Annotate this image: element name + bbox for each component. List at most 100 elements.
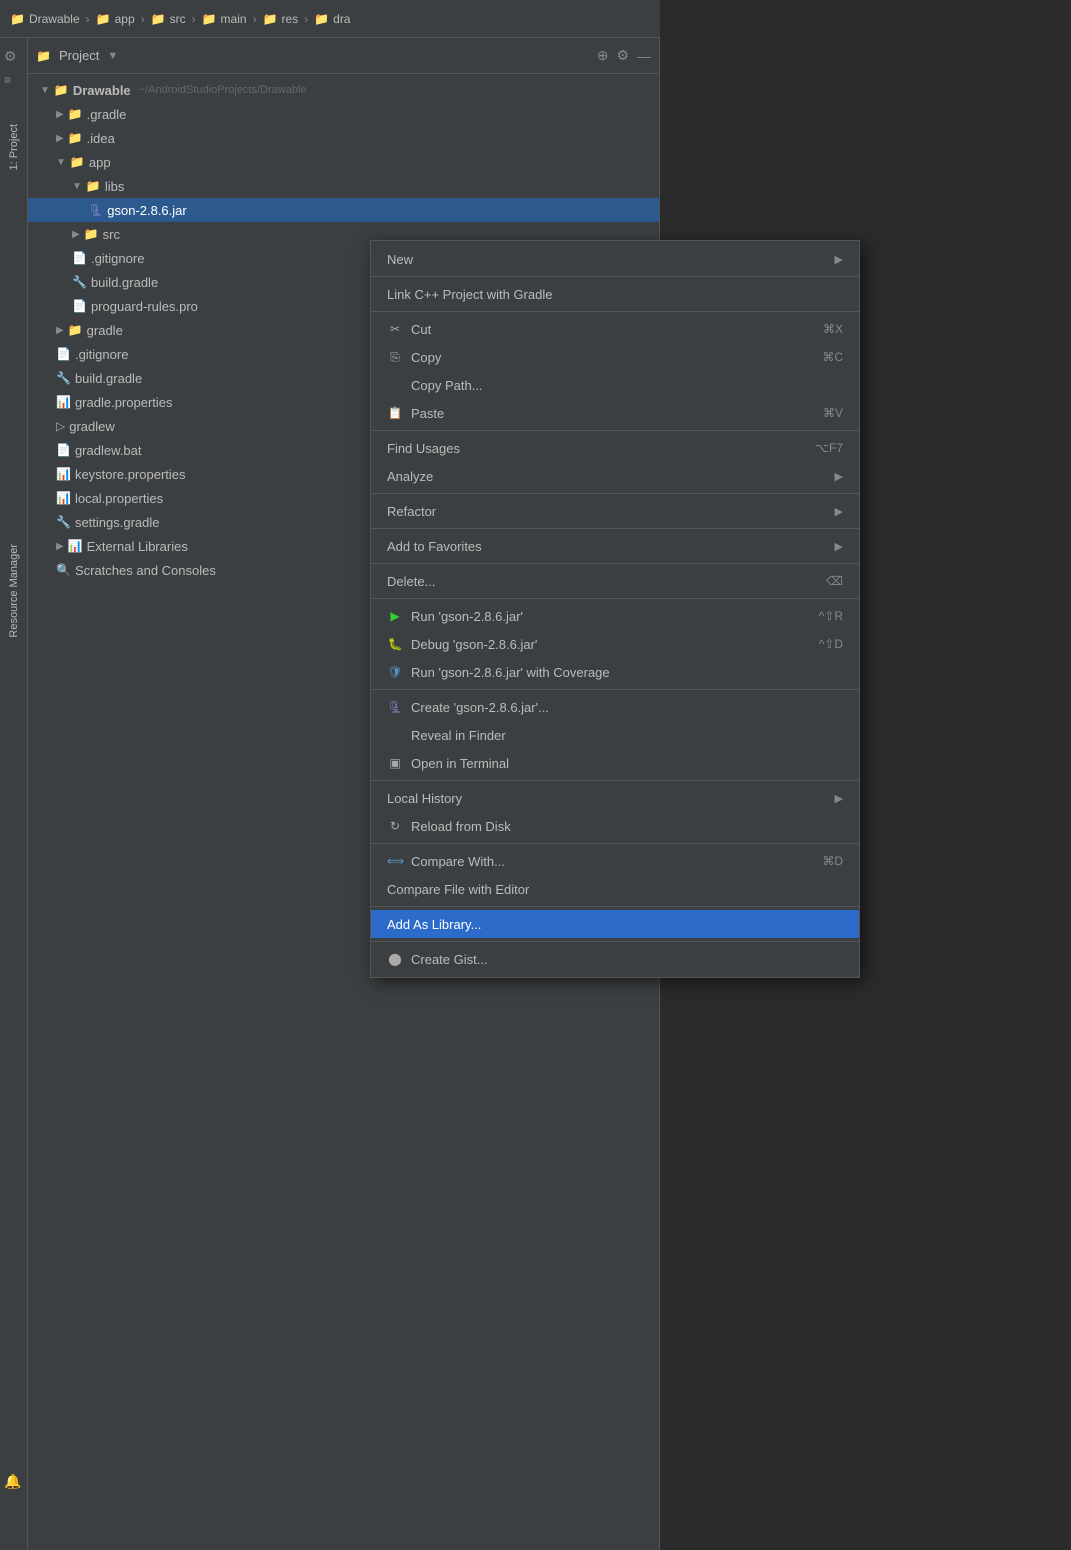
menu-create-label: Create 'gson-2.8.6.jar'... [411,700,549,715]
sep-3 [371,430,859,431]
github-icon: ⬤ [387,952,403,966]
menu-new-label: New [387,252,413,267]
tree-root[interactable]: ▼ 📁 Drawable ~/AndroidStudioProjects/Dra… [28,78,659,102]
tree-libs-dir[interactable]: ▼ 📁 libs [28,174,659,198]
root-arrow: ▼ [40,85,50,96]
menu-debug-label: Debug 'gson-2.8.6.jar' [411,637,537,652]
menu-refactor-label: Refactor [387,504,436,519]
sep-8 [371,689,859,690]
settings-gradle-label: settings.gradle [75,515,160,530]
buildgradle-app-icon: 🔧 [72,275,87,289]
menu-analyze-label: Analyze [387,469,433,484]
menu-delete-label: Delete... [387,574,435,589]
panel-icon-minimize[interactable]: — [637,48,651,64]
menu-item-cut[interactable]: ✂ Cut ⌘X [371,315,859,343]
coverage-icon: 🛡 [387,665,403,679]
side-icon-1[interactable]: ⚙ [4,48,17,65]
tree-app-dir[interactable]: ▼ 📁 app [28,150,659,174]
gradle-properties-icon: 📊 [56,395,71,409]
reload-icon: ↻ [387,819,403,833]
menu-item-find-usages[interactable]: Find Usages ⌥F7 [371,434,859,462]
menu-local-history-label: Local History [387,791,462,806]
menu-item-paste[interactable]: 📋 Paste ⌘V [371,399,859,427]
scratches-icon: 🔍 [56,563,71,577]
side-resource-tab[interactable]: Resource Manager [0,538,28,644]
tree-idea-dir[interactable]: ▶ 📁 .idea [28,126,659,150]
gradle-root-dir-icon: 📁 [68,323,83,337]
menu-local-history-arrow: ▶ [835,792,843,805]
menu-item-copy[interactable]: ⎘ Copy ⌘C [371,343,859,371]
context-menu: New ▶ Link C++ Project with Gradle ✂ Cut… [370,240,860,978]
menu-item-local-history[interactable]: Local History ▶ [371,784,859,812]
idea-dir-icon: 📁 [68,131,83,145]
menu-item-coverage[interactable]: 🛡 Run 'gson-2.8.6.jar' with Coverage [371,658,859,686]
panel-dropdown-arrow[interactable]: ▼ [107,50,118,62]
menu-item-compare-with[interactable]: ⟺ Compare With... ⌘D [371,847,859,875]
buildgradle-root-label: build.gradle [75,371,142,386]
breadcrumb-main[interactable]: main [221,12,247,26]
external-libraries-icon: 📊 [68,539,83,553]
menu-item-refactor[interactable]: Refactor ▶ [371,497,859,525]
sep-12 [371,941,859,942]
menu-item-delete[interactable]: Delete... ⌫ [371,567,859,595]
menu-debug-shortcut: ^⇧D [779,637,843,651]
gradle-root-dir-label: gradle [87,323,123,338]
gradle-properties-label: gradle.properties [75,395,173,410]
menu-item-compare-editor[interactable]: Compare File with Editor [371,875,859,903]
menu-refactor-arrow: ▶ [835,505,843,518]
tree-gson-jar[interactable]: 🗜 gson-2.8.6.jar [28,198,659,222]
menu-add-library-label: Add As Library... [387,917,481,932]
root-label: Drawable [73,83,131,98]
menu-delete-shortcut: ⌫ [786,574,843,588]
menu-item-reload[interactable]: ↻ Reload from Disk [371,812,859,840]
menu-reveal-label: Reveal in Finder [411,728,506,743]
external-libraries-label: External Libraries [87,539,188,554]
menu-item-terminal[interactable]: ▣ Open in Terminal [371,749,859,777]
side-icon-bottom[interactable]: 🔔 [4,1473,21,1490]
tree-gradle-dir[interactable]: ▶ 📁 .gradle [28,102,659,126]
idea-dir-label: .idea [87,131,115,146]
menu-item-analyze[interactable]: Analyze ▶ [371,462,859,490]
sep-6 [371,563,859,564]
menu-run-label: Run 'gson-2.8.6.jar' [411,609,523,624]
gradlew-label: gradlew [69,419,115,434]
sep-2 [371,311,859,312]
breadcrumb-res[interactable]: res [282,12,299,26]
menu-item-new[interactable]: New ▶ [371,245,859,273]
terminal-icon: ▣ [387,756,403,770]
side-icon-2[interactable]: ≡ [4,73,11,87]
menu-item-create-gist[interactable]: ⬤ Create Gist... [371,945,859,973]
sep-11 [371,906,859,907]
app-dir-label: app [89,155,111,170]
menu-item-create[interactable]: 🗜 Create 'gson-2.8.6.jar'... [371,693,859,721]
menu-item-run[interactable]: ▶ Run 'gson-2.8.6.jar' ^⇧R [371,602,859,630]
menu-compare-with-shortcut: ⌘D [782,854,843,868]
buildgradle-app-label: build.gradle [91,275,158,290]
menu-item-link-cpp[interactable]: Link C++ Project with Gradle [371,280,859,308]
gitignore-root-icon: 📄 [56,347,71,361]
panel-icon-add[interactable]: ⊕ [597,47,609,64]
local-properties-icon: 📊 [56,491,71,505]
gson-jar-label: gson-2.8.6.jar [107,203,187,218]
copy-icon: ⎘ [387,350,403,365]
root-folder-icon: 📁 [54,83,69,97]
breadcrumb-drawable[interactable]: Drawable [29,12,80,26]
side-project-tab[interactable]: 1: Project [0,118,28,176]
sep-7 [371,598,859,599]
menu-item-debug[interactable]: 🐛 Debug 'gson-2.8.6.jar' ^⇧D [371,630,859,658]
breadcrumb-app[interactable]: app [115,12,135,26]
menu-item-add-library[interactable]: Add As Library... [371,910,859,938]
side-toolbar: 1: Project Resource Manager ⚙ ≡ 🔔 [0,38,28,1550]
menu-terminal-label: Open in Terminal [411,756,509,771]
menu-link-cpp-label: Link C++ Project with Gradle [387,287,552,302]
menu-item-reveal[interactable]: Reveal in Finder [371,721,859,749]
breadcrumb-dra[interactable]: dra [333,12,350,26]
panel-header: 📁 Project ▼ ⊕ ⚙ — [28,38,659,74]
breadcrumb-src[interactable]: src [170,12,186,26]
menu-item-add-favorites[interactable]: Add to Favorites ▶ [371,532,859,560]
menu-item-copy-path[interactable]: Copy Path... [371,371,859,399]
cut-icon: ✂ [387,322,403,336]
gradlew-bat-icon: 📄 [56,443,71,457]
panel-icon-settings[interactable]: ⚙ [616,47,629,64]
menu-copy-label: Copy [411,350,441,365]
